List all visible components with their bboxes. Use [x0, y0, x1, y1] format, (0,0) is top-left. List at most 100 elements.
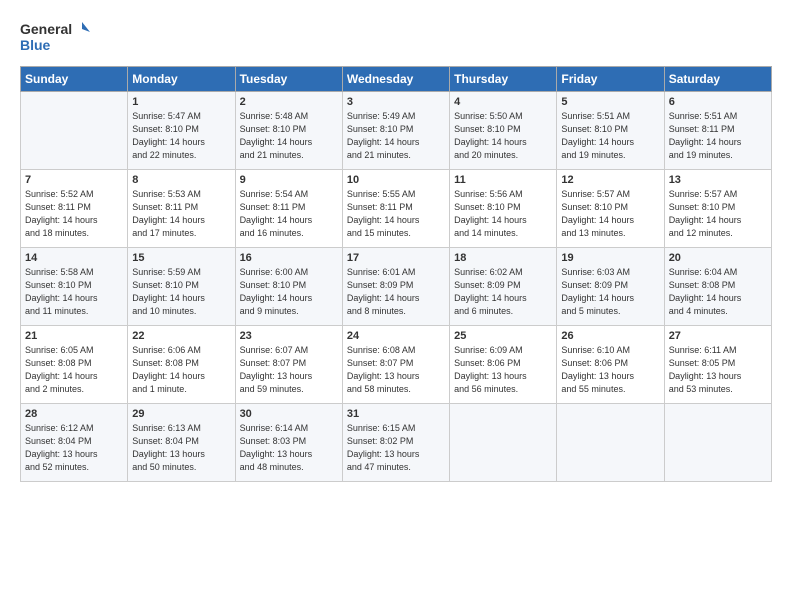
day-details: Sunrise: 5:56 AM Sunset: 8:10 PM Dayligh… — [454, 188, 552, 240]
calendar-cell: 11 Sunrise: 5:56 AM Sunset: 8:10 PM Dayli… — [450, 170, 557, 248]
calendar-cell: 21 Sunrise: 6:05 AM Sunset: 8:08 PM Dayli… — [21, 326, 128, 404]
day-details: Sunrise: 5:53 AM Sunset: 8:11 PM Dayligh… — [132, 188, 230, 240]
day-details: Sunrise: 5:47 AM Sunset: 8:10 PM Dayligh… — [132, 110, 230, 162]
svg-text:General: General — [20, 21, 72, 37]
day-details: Sunrise: 5:48 AM Sunset: 8:10 PM Dayligh… — [240, 110, 338, 162]
calendar-cell: 31Sunrise: 6:15 AM Sunset: 8:02 PM Dayli… — [342, 404, 449, 482]
week-row-5: 28 Sunrise: 6:12 AM Sunset: 8:04 PM Dayli… — [21, 404, 772, 482]
day-details: Sunrise: 5:52 AM Sunset: 8:11 PM Dayligh… — [25, 188, 123, 240]
day-details: Sunrise: 6:12 AM Sunset: 8:04 PM Dayligh… — [25, 422, 123, 474]
day-details: Sunrise: 5:50 AM Sunset: 8:10 PM Dayligh… — [454, 110, 552, 162]
header-cell-sunday: Sunday — [21, 67, 128, 92]
calendar-cell: 5 Sunrise: 5:51 AM Sunset: 8:10 PM Daylig… — [557, 92, 664, 170]
day-number: 26 — [561, 330, 659, 342]
day-number: 24 — [347, 330, 445, 342]
calendar-cell: 13 Sunrise: 5:57 AM Sunset: 8:10 PM Dayli… — [664, 170, 771, 248]
calendar-cell: 14Sunrise: 5:58 AM Sunset: 8:10 PM Dayli… — [21, 248, 128, 326]
calendar-cell: 30Sunrise: 6:14 AM Sunset: 8:03 PM Dayli… — [235, 404, 342, 482]
header-cell-thursday: Thursday — [450, 67, 557, 92]
day-number: 17 — [347, 252, 445, 264]
day-details: Sunrise: 6:11 AM Sunset: 8:05 PM Dayligh… — [669, 344, 767, 396]
day-number: 20 — [669, 252, 767, 264]
day-details: Sunrise: 5:55 AM Sunset: 8:11 PM Dayligh… — [347, 188, 445, 240]
day-details: Sunrise: 5:51 AM Sunset: 8:10 PM Dayligh… — [561, 110, 659, 162]
day-details: Sunrise: 6:06 AM Sunset: 8:08 PM Dayligh… — [132, 344, 230, 396]
header-cell-tuesday: Tuesday — [235, 67, 342, 92]
header-cell-saturday: Saturday — [664, 67, 771, 92]
calendar-cell: 29 Sunrise: 6:13 AM Sunset: 8:04 PM Dayli… — [128, 404, 235, 482]
day-details: Sunrise: 5:59 AM Sunset: 8:10 PM Dayligh… — [132, 266, 230, 318]
calendar-cell: 16Sunrise: 6:00 AM Sunset: 8:10 PM Dayli… — [235, 248, 342, 326]
svg-text:Blue: Blue — [20, 37, 51, 53]
calendar-cell: 17Sunrise: 6:01 AM Sunset: 8:09 PM Dayli… — [342, 248, 449, 326]
day-details: Sunrise: 6:03 AM Sunset: 8:09 PM Dayligh… — [561, 266, 659, 318]
calendar-cell: 7 Sunrise: 5:52 AM Sunset: 8:11 PM Daylig… — [21, 170, 128, 248]
day-details: Sunrise: 6:04 AM Sunset: 8:08 PM Dayligh… — [669, 266, 767, 318]
day-number: 2 — [240, 96, 338, 108]
calendar-cell: 8 Sunrise: 5:53 AM Sunset: 8:11 PM Daylig… — [128, 170, 235, 248]
header-cell-wednesday: Wednesday — [342, 67, 449, 92]
calendar-cell — [557, 404, 664, 482]
calendar-cell: 20 Sunrise: 6:04 AM Sunset: 8:08 PM Dayli… — [664, 248, 771, 326]
day-number: 23 — [240, 330, 338, 342]
day-number: 3 — [347, 96, 445, 108]
calendar-cell — [450, 404, 557, 482]
day-details: Sunrise: 6:10 AM Sunset: 8:06 PM Dayligh… — [561, 344, 659, 396]
week-row-4: 21 Sunrise: 6:05 AM Sunset: 8:08 PM Dayli… — [21, 326, 772, 404]
calendar-cell: 9 Sunrise: 5:54 AM Sunset: 8:11 PM Daylig… — [235, 170, 342, 248]
day-number: 14 — [25, 252, 123, 264]
calendar-cell: 24 Sunrise: 6:08 AM Sunset: 8:07 PM Dayli… — [342, 326, 449, 404]
day-details: Sunrise: 6:14 AM Sunset: 8:03 PM Dayligh… — [240, 422, 338, 474]
day-details: Sunrise: 5:57 AM Sunset: 8:10 PM Dayligh… — [669, 188, 767, 240]
calendar-cell: 18 Sunrise: 6:02 AM Sunset: 8:09 PM Dayli… — [450, 248, 557, 326]
day-details: Sunrise: 6:13 AM Sunset: 8:04 PM Dayligh… — [132, 422, 230, 474]
calendar-cell: 25 Sunrise: 6:09 AM Sunset: 8:06 PM Dayli… — [450, 326, 557, 404]
day-number: 5 — [561, 96, 659, 108]
calendar-cell: 19Sunrise: 6:03 AM Sunset: 8:09 PM Dayli… — [557, 248, 664, 326]
week-row-3: 14Sunrise: 5:58 AM Sunset: 8:10 PM Dayli… — [21, 248, 772, 326]
day-number: 21 — [25, 330, 123, 342]
page: General Blue SundayMondayTuesdayWednesda… — [0, 0, 792, 492]
calendar-cell: 6Sunrise: 5:51 AM Sunset: 8:11 PM Daylig… — [664, 92, 771, 170]
day-details: Sunrise: 6:08 AM Sunset: 8:07 PM Dayligh… — [347, 344, 445, 396]
calendar-cell: 27 Sunrise: 6:11 AM Sunset: 8:05 PM Dayli… — [664, 326, 771, 404]
header-row: SundayMondayTuesdayWednesdayThursdayFrid… — [21, 67, 772, 92]
day-details: Sunrise: 6:07 AM Sunset: 8:07 PM Dayligh… — [240, 344, 338, 396]
day-details: Sunrise: 6:05 AM Sunset: 8:08 PM Dayligh… — [25, 344, 123, 396]
calendar-cell: 2 Sunrise: 5:48 AM Sunset: 8:10 PM Daylig… — [235, 92, 342, 170]
day-number: 13 — [669, 174, 767, 186]
day-details: Sunrise: 6:00 AM Sunset: 8:10 PM Dayligh… — [240, 266, 338, 318]
day-details: Sunrise: 5:49 AM Sunset: 8:10 PM Dayligh… — [347, 110, 445, 162]
day-number: 18 — [454, 252, 552, 264]
day-number: 4 — [454, 96, 552, 108]
calendar-cell: 15 Sunrise: 5:59 AM Sunset: 8:10 PM Dayli… — [128, 248, 235, 326]
day-number: 7 — [25, 174, 123, 186]
day-number: 9 — [240, 174, 338, 186]
day-number: 22 — [132, 330, 230, 342]
day-number: 25 — [454, 330, 552, 342]
header: General Blue — [20, 18, 772, 56]
day-number: 1 — [132, 96, 230, 108]
calendar-cell: 22 Sunrise: 6:06 AM Sunset: 8:08 PM Dayli… — [128, 326, 235, 404]
day-details: Sunrise: 5:51 AM Sunset: 8:11 PM Dayligh… — [669, 110, 767, 162]
day-details: Sunrise: 6:02 AM Sunset: 8:09 PM Dayligh… — [454, 266, 552, 318]
header-cell-friday: Friday — [557, 67, 664, 92]
calendar-cell: 1 Sunrise: 5:47 AM Sunset: 8:10 PM Daylig… — [128, 92, 235, 170]
calendar-cell — [664, 404, 771, 482]
day-number: 31 — [347, 408, 445, 420]
day-number: 27 — [669, 330, 767, 342]
day-number: 10 — [347, 174, 445, 186]
day-number: 28 — [25, 408, 123, 420]
logo-svg: General Blue — [20, 18, 90, 56]
day-number: 8 — [132, 174, 230, 186]
calendar-cell: 23 Sunrise: 6:07 AM Sunset: 8:07 PM Dayli… — [235, 326, 342, 404]
day-number: 15 — [132, 252, 230, 264]
day-number: 11 — [454, 174, 552, 186]
header-cell-monday: Monday — [128, 67, 235, 92]
day-details: Sunrise: 6:09 AM Sunset: 8:06 PM Dayligh… — [454, 344, 552, 396]
day-details: Sunrise: 5:54 AM Sunset: 8:11 PM Dayligh… — [240, 188, 338, 240]
calendar-cell: 28 Sunrise: 6:12 AM Sunset: 8:04 PM Dayli… — [21, 404, 128, 482]
week-row-1: 1 Sunrise: 5:47 AM Sunset: 8:10 PM Daylig… — [21, 92, 772, 170]
day-number: 29 — [132, 408, 230, 420]
calendar-cell: 12Sunrise: 5:57 AM Sunset: 8:10 PM Dayli… — [557, 170, 664, 248]
